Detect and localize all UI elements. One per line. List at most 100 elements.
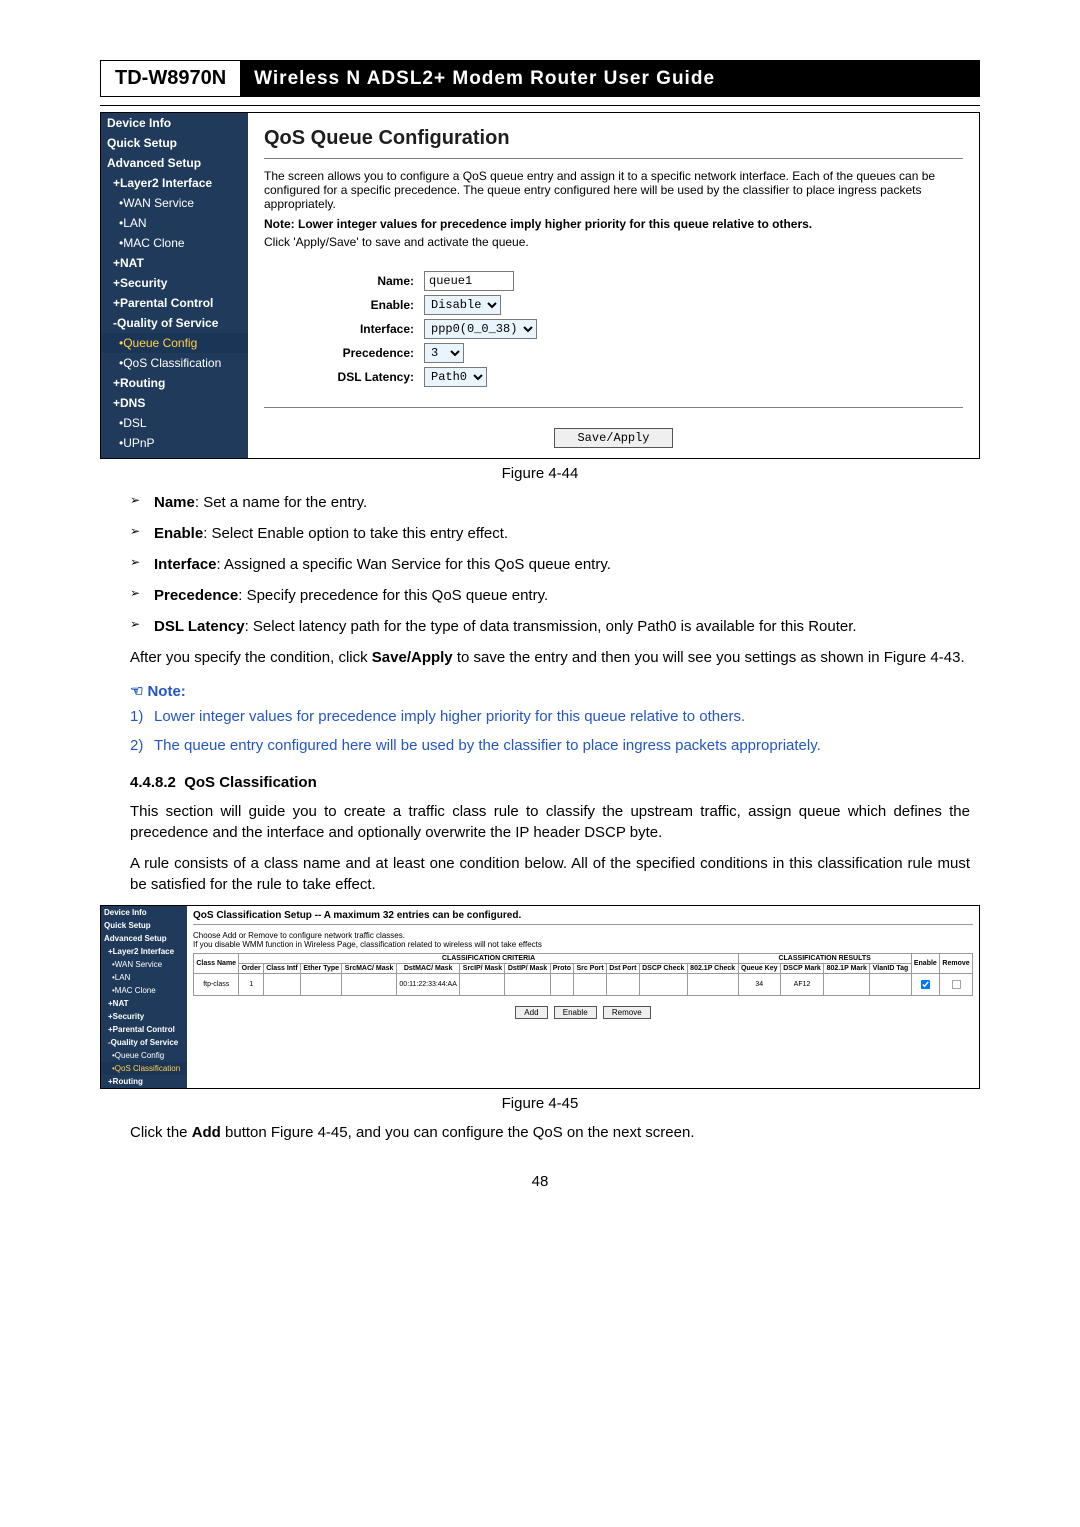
nav-item[interactable]: +Security bbox=[101, 273, 248, 293]
nav-item[interactable]: •QoS Classification bbox=[101, 1062, 187, 1075]
column-header: Class Intf bbox=[263, 964, 300, 974]
column-header: Src Port bbox=[574, 964, 607, 974]
nav-item[interactable]: •LAN bbox=[101, 213, 248, 233]
list-item: Name: Set a name for the entry. bbox=[130, 492, 970, 513]
column-header: Queue Key bbox=[738, 964, 780, 974]
column-header: 802.1P Mark bbox=[824, 964, 870, 974]
after-save-apply-text: After you specify the condition, click S… bbox=[130, 647, 970, 668]
column-header: SrcIP/ Mask bbox=[460, 964, 505, 974]
nav-item[interactable]: •UPnP bbox=[101, 433, 248, 453]
interface-select[interactable]: ppp0(0_0_38) bbox=[424, 319, 537, 339]
list-item: DSL Latency: Select latency path for the… bbox=[130, 616, 970, 637]
col-enable: Enable bbox=[911, 954, 939, 974]
col-group-criteria: CLASSIFICATION CRITERIA bbox=[239, 954, 738, 964]
list-item: Enable: Select Enable option to take thi… bbox=[130, 523, 970, 544]
list-item: Precedence: Specify precedence for this … bbox=[130, 585, 970, 606]
panel-title: QoS Classification Setup -- A maximum 32… bbox=[193, 910, 973, 921]
col-group-results: CLASSIFICATION RESULTS bbox=[738, 954, 911, 964]
nav-item[interactable]: •MAC Clone bbox=[101, 233, 248, 253]
qos-queue-config-screenshot: Device InfoQuick SetupAdvanced Setup+Lay… bbox=[100, 112, 980, 459]
nav-item[interactable]: Advanced Setup bbox=[101, 932, 187, 945]
panel-apply-hint: Click 'Apply/Save' to save and activate … bbox=[264, 235, 963, 249]
qos-classification-heading: 4.4.8.2 QoS Classification bbox=[130, 774, 970, 791]
column-header: DSCP Check bbox=[639, 964, 687, 974]
qos-classification-panel: QoS Classification Setup -- A maximum 32… bbox=[187, 906, 979, 1088]
nav-item[interactable]: +Security bbox=[101, 1010, 187, 1023]
col-remove: Remove bbox=[940, 954, 973, 974]
dsl-latency-select[interactable]: Path0 bbox=[424, 367, 487, 387]
qos-classification-p1: This section will guide you to create a … bbox=[130, 801, 970, 843]
nav-item[interactable]: +DNS bbox=[101, 393, 248, 413]
classification-table: Class Name CLASSIFICATION CRITERIA CLASS… bbox=[193, 953, 973, 996]
list-item: Interface: Assigned a specific Wan Servi… bbox=[130, 554, 970, 575]
interface-label: Interface: bbox=[264, 322, 414, 336]
qos-queue-config-panel: QoS Queue Configuration The screen allow… bbox=[248, 113, 979, 458]
figure-4-44-caption: Figure 4-44 bbox=[100, 465, 980, 482]
nav-item[interactable]: +Parental Control bbox=[101, 1023, 187, 1036]
nav-item[interactable]: Advanced Setup bbox=[101, 153, 248, 173]
column-header: DstMAC/ Mask bbox=[396, 964, 460, 974]
add-button[interactable]: Add bbox=[515, 1006, 547, 1019]
column-header: Ether Type bbox=[301, 964, 342, 974]
field-definitions-list: Name: Set a name for the entry. Enable: S… bbox=[130, 492, 970, 637]
remove-checkbox[interactable] bbox=[940, 974, 973, 996]
panel-intro: The screen allows you to configure a QoS… bbox=[264, 169, 963, 211]
dsl-latency-label: DSL Latency: bbox=[264, 370, 414, 384]
column-header: Proto bbox=[550, 964, 574, 974]
nav-item[interactable]: +NAT bbox=[101, 997, 187, 1010]
remove-button[interactable]: Remove bbox=[603, 1006, 651, 1019]
panel-priority-note: Note: Lower integer values for precedenc… bbox=[264, 217, 963, 231]
nav-item[interactable]: +Layer2 Interface bbox=[101, 173, 248, 193]
enable-checkbox[interactable] bbox=[911, 974, 939, 996]
pointing-hand-icon: ☞ bbox=[130, 682, 143, 700]
nav-item[interactable]: •WAN Service bbox=[101, 193, 248, 213]
nav-item[interactable]: •Queue Config bbox=[101, 333, 248, 353]
nav-item[interactable]: •DSL bbox=[101, 413, 248, 433]
doc-header: TD-W8970N Wireless N ADSL2+ Modem Router… bbox=[100, 60, 980, 97]
nav-item[interactable]: •QoS Classification bbox=[101, 353, 248, 373]
table-row: ftp-class 1 00:11:22:33:44:AA 34 AF12 bbox=[194, 974, 973, 996]
note-heading: ☞Note: bbox=[130, 682, 970, 700]
nav-item[interactable]: +Layer2 Interface bbox=[101, 945, 187, 958]
nav-item[interactable]: +Routing bbox=[101, 373, 248, 393]
nav-item[interactable]: •Queue Config bbox=[101, 1049, 187, 1062]
note-list: 1)Lower integer values for precedence im… bbox=[130, 706, 970, 756]
nav-item[interactable]: -Quality of Service bbox=[101, 313, 248, 333]
footer-instruction: Click the Add button Figure 4-45, and yo… bbox=[130, 1122, 970, 1143]
doc-title: Wireless N ADSL2+ Modem Router User Guid… bbox=[240, 61, 979, 96]
nav-item[interactable]: -Quality of Service bbox=[101, 1036, 187, 1049]
enable-button[interactable]: Enable bbox=[554, 1006, 597, 1019]
column-header: 802.1P Check bbox=[687, 964, 738, 974]
qos-classification-p2: A rule consists of a class name and at l… bbox=[130, 853, 970, 895]
column-header: VlanID Tag bbox=[870, 964, 911, 974]
nav-sidebar: Device InfoQuick SetupAdvanced Setup+Lay… bbox=[101, 113, 248, 458]
list-item: 1)Lower integer values for precedence im… bbox=[130, 706, 970, 727]
nav-item[interactable]: •LAN bbox=[101, 971, 187, 984]
nav-item[interactable]: Device Info bbox=[101, 906, 187, 919]
figure-4-45-caption: Figure 4-45 bbox=[100, 1095, 980, 1112]
nav-item[interactable]: •WAN Service bbox=[101, 958, 187, 971]
nav-item[interactable]: •MAC Clone bbox=[101, 984, 187, 997]
model-label: TD-W8970N bbox=[101, 61, 240, 96]
enable-select[interactable]: Disable bbox=[424, 295, 501, 315]
col-class-name: Class Name bbox=[194, 954, 239, 974]
column-header: Order bbox=[239, 964, 263, 974]
nav-item[interactable]: Quick Setup bbox=[101, 919, 187, 932]
column-header: DstIP/ Mask bbox=[505, 964, 550, 974]
nav-item[interactable]: Device Info bbox=[101, 113, 248, 133]
nav-item[interactable]: Quick Setup bbox=[101, 133, 248, 153]
save-apply-button[interactable]: Save/Apply bbox=[554, 428, 672, 448]
list-item: 2)The queue entry configured here will b… bbox=[130, 735, 970, 756]
name-label: Name: bbox=[264, 274, 414, 288]
nav-sidebar: Device InfoQuick SetupAdvanced Setup+Lay… bbox=[101, 906, 187, 1088]
nav-item[interactable]: +NAT bbox=[101, 253, 248, 273]
precedence-label: Precedence: bbox=[264, 346, 414, 360]
qos-classification-screenshot: Device InfoQuick SetupAdvanced Setup+Lay… bbox=[100, 905, 980, 1089]
nav-item[interactable]: +Routing bbox=[101, 1075, 187, 1088]
enable-label: Enable: bbox=[264, 298, 414, 312]
column-header: DSCP Mark bbox=[780, 964, 823, 974]
queue-name-input[interactable] bbox=[424, 271, 514, 291]
nav-item[interactable]: +Parental Control bbox=[101, 293, 248, 313]
precedence-select[interactable]: 3 bbox=[424, 343, 464, 363]
column-header: Dst Port bbox=[606, 964, 639, 974]
